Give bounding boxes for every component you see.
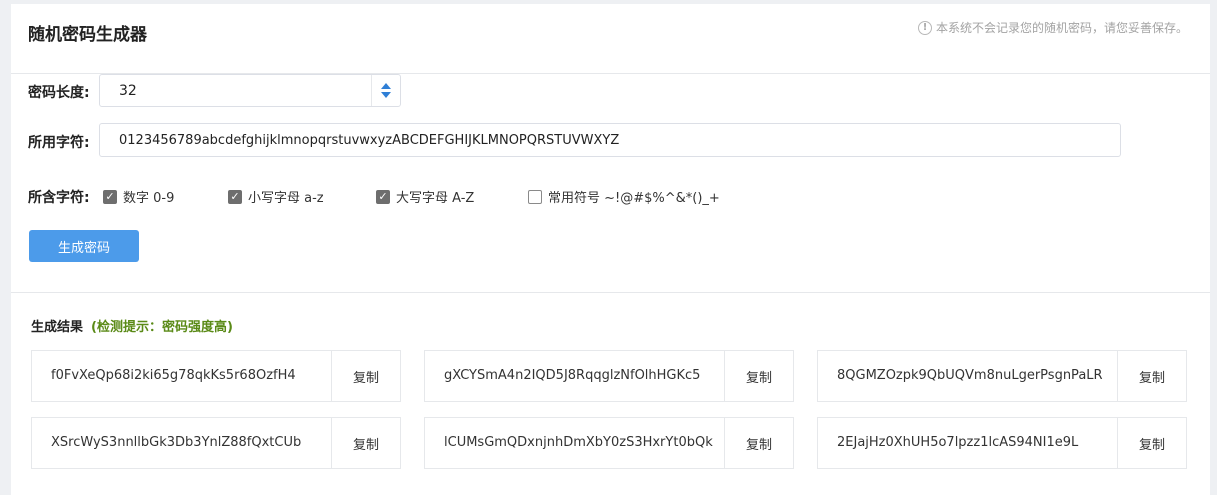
password-item: f0FvXeQp68i2ki65g78qkKs5r68OzfH4 复制 [31, 350, 401, 402]
length-value[interactable]: 32 [119, 83, 137, 99]
password-text[interactable]: 8QGMZOzpk9QbUQVm8nuLgerPsgnPaLR [837, 368, 1117, 383]
copy-button[interactable]: 复制 [331, 418, 400, 468]
checkbox-lowercase[interactable]: ✓ 小写字母 a-z [228, 187, 324, 206]
copy-button[interactable]: 复制 [724, 418, 793, 468]
checkbox-checked-icon[interactable]: ✓ [228, 189, 242, 204]
generate-button[interactable]: 生成密码 [29, 230, 139, 262]
password-text[interactable]: lCUMsGmQDxnjnhDmXbY0zS3HxrYt0bQk [444, 435, 724, 450]
stepper-controls[interactable] [371, 75, 400, 106]
password-generator-card: 随机密码生成器 ! 本系统不会记录您的随机密码，请您妥善保存。 密码长度: 32… [11, 4, 1210, 495]
copy-button[interactable]: 复制 [1117, 351, 1186, 401]
password-text[interactable]: XSrcWyS3nnllbGk3Db3YnlZ88fQxtCUb [51, 435, 331, 450]
length-stepper[interactable]: 32 [99, 74, 401, 107]
checkbox-checked-icon[interactable]: ✓ [103, 189, 117, 204]
increment-arrow-icon[interactable] [381, 83, 391, 89]
copy-button[interactable]: 复制 [1117, 418, 1186, 468]
password-text[interactable]: gXCYSmA4n2IQD5J8RqqglzNfOlhHGKc5 [444, 368, 724, 383]
password-text[interactable]: f0FvXeQp68i2ki65g78qkKs5r68OzfH4 [51, 368, 331, 383]
password-text[interactable]: 2EJajHz0XhUH5o7lpzz1lcAS94NI1e9L [837, 435, 1117, 450]
info-circle-icon: ! [917, 20, 932, 35]
privacy-notice: ! 本系统不会记录您的随机密码，请您妥善保存。 [917, 19, 1188, 36]
chars-value[interactable]: 0123456789abcdefghijklmnopqrstuvwxyzABCD… [119, 133, 619, 148]
decrement-arrow-icon[interactable] [381, 92, 391, 98]
password-item: gXCYSmA4n2IQD5J8RqqglzNfOlhHGKc5 复制 [424, 350, 794, 402]
privacy-notice-text: 本系统不会记录您的随机密码，请您妥善保存。 [935, 21, 1188, 35]
checkbox-lowercase-label: 小写字母 a-z [248, 191, 324, 206]
password-item: XSrcWyS3nnllbGk3Db3YnlZ88fQxtCUb 复制 [31, 417, 401, 469]
page-title: 随机密码生成器 [28, 25, 147, 45]
checkbox-symbols-label: 常用符号 ~!@#$%^&*()_+ [548, 191, 720, 206]
copy-button[interactable]: 复制 [724, 351, 793, 401]
chars-input[interactable]: 0123456789abcdefghijklmnopqrstuvwxyzABCD… [99, 123, 1121, 157]
checkbox-digits-label: 数字 0-9 [123, 191, 175, 206]
divider [11, 292, 1210, 293]
checkbox-unchecked-icon[interactable] [528, 189, 542, 204]
checkbox-digits[interactable]: ✓ 数字 0-9 [103, 187, 174, 206]
password-item: 2EJajHz0XhUH5o7lpzz1lcAS94NI1e9L 复制 [817, 417, 1187, 469]
checkbox-uppercase-label: 大写字母 A-Z [396, 191, 475, 206]
header: 随机密码生成器 ! 本系统不会记录您的随机密码，请您妥善保存。 [11, 4, 1210, 74]
results-title: 生成结果 (检测提示：密码强度高) [31, 316, 233, 335]
chars-label: 所用字符: [28, 135, 90, 151]
length-label: 密码长度: [28, 85, 90, 101]
copy-button[interactable]: 复制 [331, 351, 400, 401]
results-title-text: 生成结果 [31, 320, 84, 335]
checkbox-uppercase[interactable]: ✓ 大写字母 A-Z [376, 187, 474, 206]
checkbox-checked-icon[interactable]: ✓ [376, 189, 390, 204]
password-item: lCUMsGmQDxnjnhDmXbY0zS3HxrYt0bQk 复制 [424, 417, 794, 469]
checkbox-symbols[interactable]: 常用符号 ~!@#$%^&*()_+ [528, 187, 720, 206]
strength-hint: (检测提示：密码强度高) [91, 320, 233, 335]
password-item: 8QGMZOzpk9QbUQVm8nuLgerPsgnPaLR 复制 [817, 350, 1187, 402]
include-label: 所含字符: [28, 190, 90, 206]
